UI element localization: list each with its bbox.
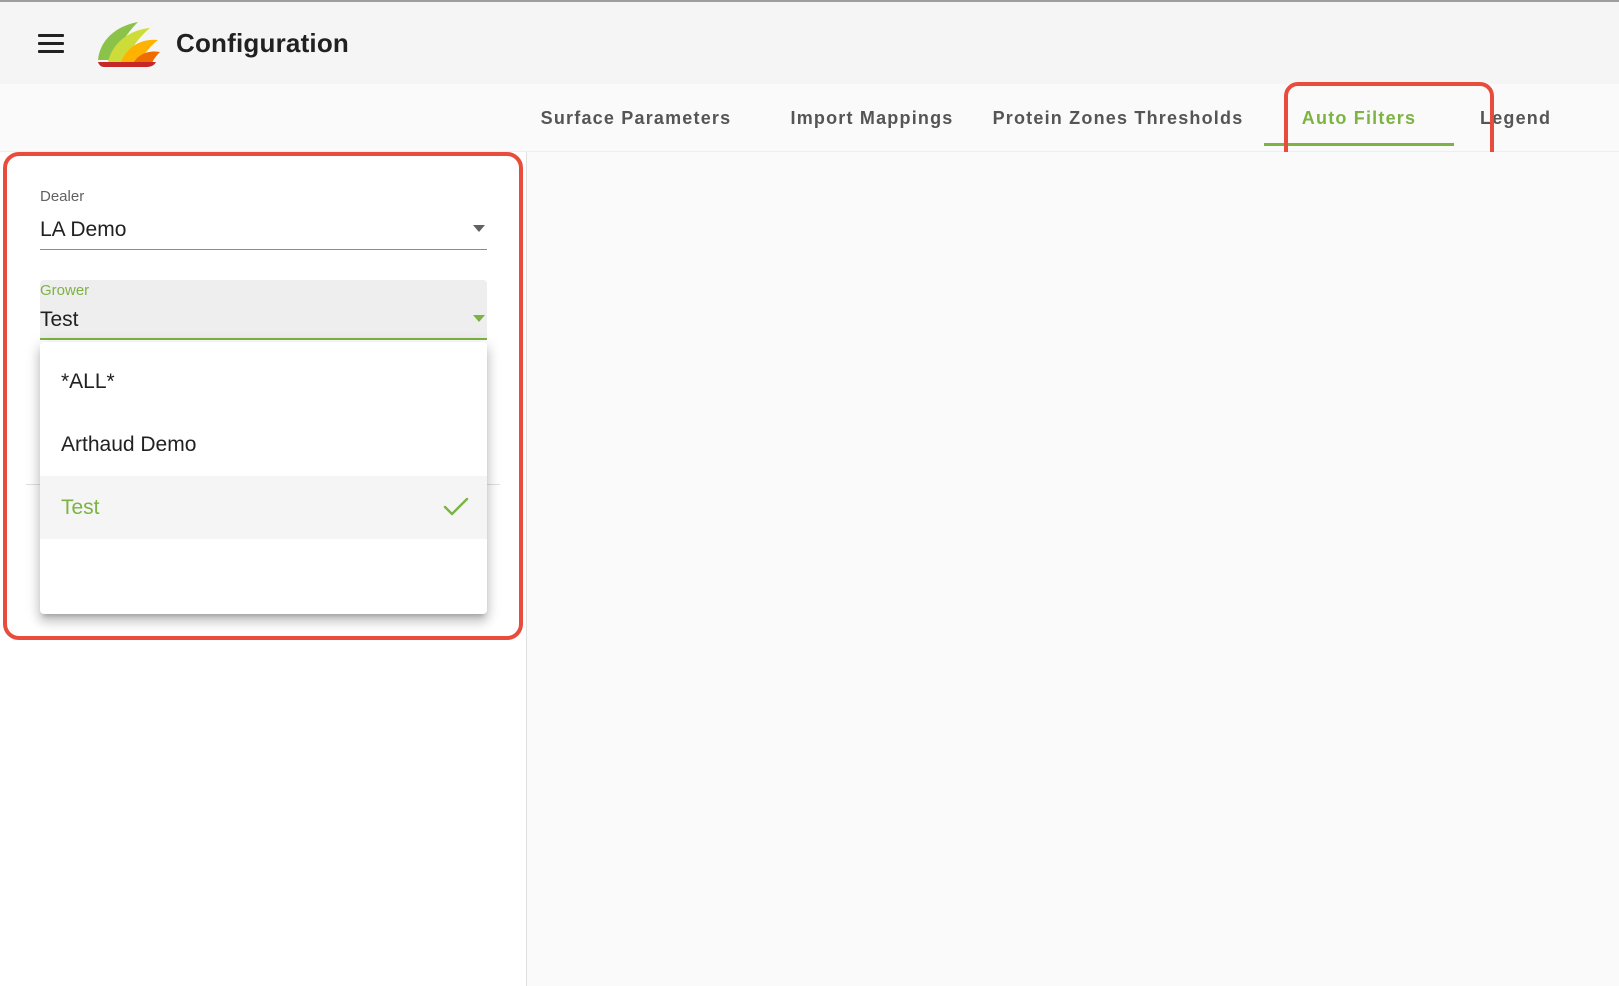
tab-import-mappings[interactable]: Import Mappings — [762, 84, 982, 152]
grower-select[interactable]: Grower Test — [40, 280, 487, 340]
menu-icon[interactable] — [38, 28, 68, 58]
dealer-label: Dealer — [40, 188, 85, 205]
chevron-down-icon[interactable] — [473, 225, 485, 232]
app-logo — [98, 22, 160, 67]
chevron-down-icon[interactable] — [473, 315, 485, 322]
grower-label: Grower — [40, 282, 90, 299]
tab-auto-filters[interactable]: Auto Filters — [1254, 84, 1464, 152]
menu-item-empty[interactable] — [40, 539, 487, 602]
check-icon — [443, 497, 469, 516]
tab-protein-zones-thresholds[interactable]: Protein Zones Thresholds — [982, 84, 1254, 152]
menu-item-all[interactable]: *ALL* — [40, 350, 487, 413]
dealer-value: LA Demo — [40, 218, 127, 241]
menu-item-label: *ALL* — [61, 369, 115, 393]
main-content — [527, 152, 1619, 986]
tabs: Surface Parameters Import Mappings Prote… — [510, 84, 1568, 152]
grower-value: Test — [40, 308, 79, 331]
tab-legend[interactable]: Legend — [1464, 84, 1568, 152]
menu-item-label: Arthaud Demo — [61, 432, 197, 456]
tab-surface-parameters[interactable]: Surface Parameters — [510, 84, 762, 152]
app-bar: Configuration — [0, 2, 1619, 84]
menu-item-test[interactable]: Test — [40, 476, 487, 539]
app-title: Configuration — [176, 27, 350, 58]
grower-dropdown-menu: *ALL* Arthaud Demo Test — [40, 342, 487, 614]
menu-item-label: Test — [61, 495, 100, 519]
menu-item-arthaud-demo[interactable]: Arthaud Demo — [40, 413, 487, 476]
dealer-select[interactable]: Dealer LA Demo — [40, 186, 487, 250]
tab-bar: Surface Parameters Import Mappings Prote… — [0, 84, 1619, 152]
